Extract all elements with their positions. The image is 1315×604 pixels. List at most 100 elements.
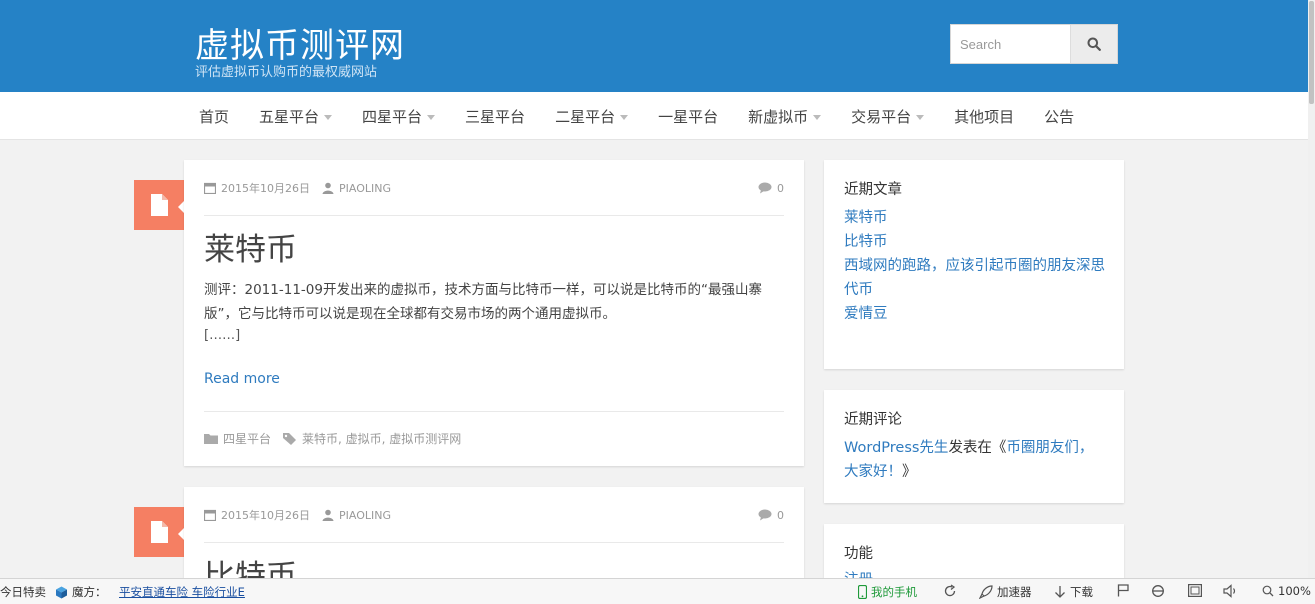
recent-post-link[interactable]: 比特币: [844, 234, 888, 250]
comment-author-link[interactable]: WordPress先生: [844, 440, 948, 456]
nav-item-one-star[interactable]: 一星平台: [658, 106, 718, 127]
status-download-label: 下载: [1070, 585, 1093, 599]
status-ad[interactable]: 平安直通车险 车险行业E: [119, 584, 245, 600]
download-icon: [1054, 585, 1066, 599]
browser-engine-icon: [1151, 584, 1165, 598]
nav-label: 首页: [199, 107, 230, 126]
nav-item-three-star[interactable]: 三星平台: [465, 106, 525, 127]
status-phone[interactable]: 我的手机: [858, 584, 917, 600]
post-meta: 2015年10月26日 PIAOLING 0: [204, 180, 784, 196]
status-accelerator[interactable]: 加速器: [979, 584, 1032, 600]
post-title[interactable]: 莱特币: [204, 224, 297, 269]
comments-link[interactable]: 0: [758, 509, 784, 522]
folder-icon: [204, 434, 218, 444]
nav-item-five-star[interactable]: 五星平台: [259, 106, 333, 127]
post-card: 2015年10月26日 PIAOLING 0 莱特币 测评：2011-11-09…: [184, 160, 804, 466]
calendar-icon: [204, 509, 216, 521]
flag-icon: [1117, 584, 1129, 597]
browser-status-bar: 今日特卖 魔方： 平安直通车险 车险行业E 我的手机 加速器 下载 100%: [0, 578, 1315, 604]
widget-recent-comments: 近期评论 WordPress先生发表在《币圈朋友们，大家好！》: [824, 390, 1124, 503]
zoom-level: 100%: [1278, 584, 1311, 598]
caret-down-icon: [916, 114, 925, 120]
nav-item-exchanges[interactable]: 交易平台: [851, 106, 925, 127]
site-title[interactable]: 虚拟币测评网: [195, 18, 405, 67]
nav-item-announcements[interactable]: 公告: [1044, 106, 1074, 127]
post-footer: 四星平台 莱特币, 虚拟币, 虚拟币测评网: [204, 430, 461, 447]
post-author[interactable]: PIAOLING: [339, 182, 391, 195]
widget-title: 功能: [844, 546, 873, 562]
nav-item-other-projects[interactable]: 其他项目: [954, 106, 1014, 127]
calendar-icon: [204, 182, 216, 194]
post-card: 2015年10月26日 PIAOLING 0 比特币: [184, 487, 804, 578]
widget-meta: 功能 注册: [824, 524, 1124, 578]
comment-icon: [758, 182, 772, 194]
caret-down-icon: [620, 114, 629, 120]
comment-close-text: 》: [902, 464, 917, 480]
post-author[interactable]: PIAOLING: [339, 509, 391, 522]
post-category[interactable]: 四星平台: [223, 430, 271, 447]
divider: [204, 542, 784, 543]
post-title[interactable]: 比特币: [204, 551, 297, 578]
comment-count: 0: [777, 508, 784, 522]
post-ellipsis: [……]: [204, 328, 241, 343]
nav-label: 五星平台: [259, 107, 320, 126]
list-item: 西域网的跑路，应该引起币圈的朋友深思: [844, 254, 1106, 278]
document-icon: [151, 194, 168, 216]
post-date[interactable]: 2015年10月26日: [221, 507, 310, 523]
caret-down-icon: [427, 114, 436, 120]
nav-item-new-coins[interactable]: 新虚拟币: [748, 106, 822, 127]
status-cube[interactable]: 魔方：: [55, 584, 107, 600]
list-item: 代币: [844, 278, 1106, 302]
scrollbar-thumb[interactable]: [1309, 1, 1314, 104]
status-accelerator-label: 加速器: [997, 585, 1032, 599]
nav-label: 四星平台: [362, 107, 423, 126]
meta-list: 注册: [844, 568, 1106, 578]
main-nav: 首页 五星平台 四星平台 三星平台 二星平台 一星平台 新虚拟币 交易平台 其他…: [0, 92, 1308, 140]
recent-post-link[interactable]: 代币: [844, 282, 873, 298]
status-ad-link[interactable]: 平安直通车险 车险行业E: [119, 584, 245, 600]
status-news[interactable]: 今日特卖: [0, 584, 46, 600]
widget-title: 近期评论: [844, 412, 902, 428]
recent-posts-list: 莱特币 比特币 西域网的跑路，应该引起币圈的朋友深思 代币 爱情豆: [844, 206, 1106, 326]
post-format-badge: [134, 180, 185, 230]
nav-label: 交易平台: [851, 107, 912, 126]
refresh-button[interactable]: [943, 584, 961, 598]
post-tags[interactable]: 莱特币, 虚拟币, 虚拟币测评网: [302, 430, 461, 447]
caret-down-icon: [813, 114, 822, 120]
ie-mode-button[interactable]: [1151, 584, 1169, 598]
flag-button[interactable]: [1117, 584, 1133, 597]
status-news-label: 今日特卖: [0, 585, 46, 599]
recent-post-link[interactable]: 爱情豆: [844, 306, 888, 322]
site-header: 虚拟币测评网 评估虚拟币认购币的最权威网站: [0, 0, 1308, 92]
recent-post-link[interactable]: 西域网的跑路，应该引起币圈的朋友深思: [844, 258, 1105, 274]
comments-link[interactable]: 0: [758, 182, 784, 195]
volume-button[interactable]: [1223, 584, 1242, 598]
post-date[interactable]: 2015年10月26日: [221, 180, 310, 196]
zoom-control[interactable]: 100%: [1262, 584, 1311, 598]
search-button[interactable]: [1070, 25, 1117, 63]
widget-title: 近期文章: [844, 182, 902, 198]
read-more-link[interactable]: Read more: [204, 371, 280, 387]
nav-item-two-star[interactable]: 二星平台: [555, 106, 629, 127]
nav-item-home[interactable]: 首页: [199, 106, 229, 127]
recent-post-link[interactable]: 莱特币: [844, 210, 888, 226]
speaker-icon: [1223, 584, 1238, 598]
window-button[interactable]: [1188, 584, 1206, 597]
list-item: 莱特币: [844, 206, 1106, 230]
search-input[interactable]: [951, 25, 1070, 63]
recent-comment: WordPress先生发表在《币圈朋友们，大家好！》: [844, 436, 1106, 484]
divider: [204, 215, 784, 216]
status-download[interactable]: 下载: [1054, 584, 1093, 600]
refresh-icon: [943, 584, 957, 598]
window-icon: [1188, 584, 1202, 597]
status-phone-label: 我的手机: [871, 585, 917, 599]
cube-icon: [55, 586, 68, 599]
divider: [204, 411, 784, 412]
nav-item-four-star[interactable]: 四星平台: [362, 106, 436, 127]
user-icon: [322, 509, 334, 521]
comment-on-text: 发表在《: [948, 440, 1007, 456]
list-item: 比特币: [844, 230, 1106, 254]
post-format-badge: [134, 507, 185, 557]
zoom-icon: [1262, 585, 1274, 597]
nav-label: 公告: [1044, 107, 1075, 126]
